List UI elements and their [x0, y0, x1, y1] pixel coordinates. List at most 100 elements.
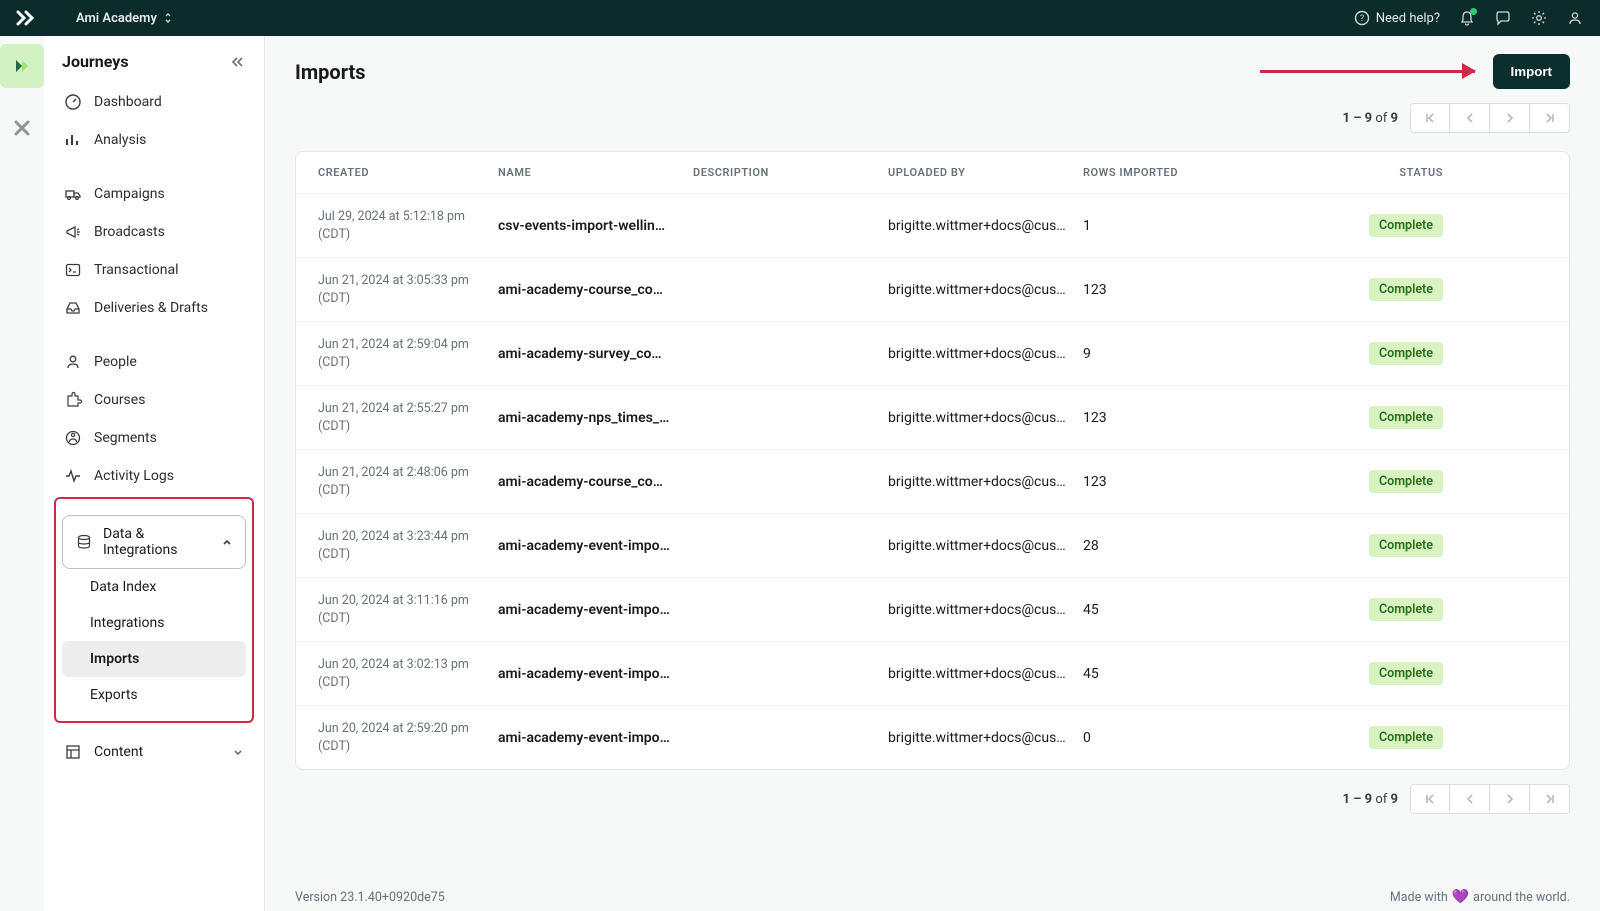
cell-created: Jun 20, 2024 at 2:59:20 pm (CDT) [318, 720, 498, 755]
bars-icon [64, 131, 82, 149]
chevron-down-icon [232, 746, 244, 758]
main: Imports Import 1 – 9 of 9 CREATED NAME D… [265, 36, 1600, 911]
prev-icon [1463, 111, 1477, 125]
imports-table: CREATED NAME DESCRIPTION UPLOADED BY ROW… [295, 151, 1570, 770]
table-row[interactable]: Jun 21, 2024 at 2:55:27 pm (CDT) ami-aca… [296, 385, 1569, 449]
cell-name: ami-academy-event-impo… [498, 730, 678, 746]
cell-status: Complete [1263, 214, 1443, 237]
cell-name: csv-events-import-wellin… [498, 218, 678, 234]
pager-next[interactable] [1490, 103, 1530, 133]
cell-uploadedby: brigitte.wittmer+docs@cus… [888, 282, 1068, 298]
cell-created: Jun 21, 2024 at 2:55:27 pm (CDT) [318, 400, 498, 435]
cell-name: ami-academy-course_co… [498, 474, 678, 490]
pager-top: 1 – 9 of 9 [295, 103, 1570, 133]
sidebar-item-content[interactable]: Content [54, 733, 254, 771]
table-row[interactable]: Jun 20, 2024 at 3:02:13 pm (CDT) ami-aca… [296, 641, 1569, 705]
cell-status: Complete [1263, 470, 1443, 493]
cell-uploadedby: brigitte.wittmer+docs@cus… [888, 474, 1068, 490]
need-help[interactable]: ? Need help? [1354, 10, 1440, 26]
cell-status: Complete [1263, 662, 1443, 685]
updown-icon [163, 12, 173, 24]
help-icon: ? [1354, 10, 1370, 26]
user-icon [1567, 10, 1583, 26]
truck-icon [64, 185, 82, 203]
product-secondary[interactable] [0, 106, 44, 150]
chat-button[interactable] [1494, 9, 1512, 27]
table-row[interactable]: Jun 20, 2024 at 2:59:20 pm (CDT) ami-aca… [296, 705, 1569, 769]
cell-name: ami-academy-nps_times_… [498, 410, 678, 426]
sidebar-item-deliveries[interactable]: Deliveries & Drafts [54, 289, 254, 327]
col-rowsimported: ROWS IMPORTED [1083, 166, 1263, 179]
sidebar-item-courses[interactable]: Courses [54, 381, 254, 419]
sidebar-sub-imports[interactable]: Imports [62, 641, 246, 677]
pager-first[interactable] [1410, 103, 1450, 133]
sidebar-item-segments[interactable]: Segments [54, 419, 254, 457]
product-rail [0, 36, 44, 911]
last-icon [1543, 792, 1557, 806]
chevron-up-icon [221, 536, 233, 548]
sidebar-item-transactional[interactable]: Transactional [54, 251, 254, 289]
heart-icon: 💜 [1452, 889, 1469, 905]
first-icon [1423, 792, 1437, 806]
cell-created: Jun 21, 2024 at 2:59:04 pm (CDT) [318, 336, 498, 371]
sidebar-item-campaigns[interactable]: Campaigns [54, 175, 254, 213]
status-badge: Complete [1369, 214, 1443, 237]
sidebar-item-broadcasts[interactable]: Broadcasts [54, 213, 254, 251]
cell-status: Complete [1263, 534, 1443, 557]
cell-uploadedby: brigitte.wittmer+docs@cus… [888, 410, 1068, 426]
col-uploadedby: UPLOADED BY [888, 166, 1083, 179]
table-row[interactable]: Jul 29, 2024 at 5:12:18 pm (CDT) csv-eve… [296, 193, 1569, 257]
status-badge: Complete [1369, 598, 1443, 621]
version-text: Version 23.1.40+0920de75 [295, 890, 445, 905]
cell-name: ami-academy-survey_co… [498, 346, 678, 362]
notifications-button[interactable] [1458, 9, 1476, 27]
layout-icon [64, 743, 82, 761]
footer: Version 23.1.40+0920de75 Made with 💜 aro… [265, 889, 1600, 905]
cell-rowsimported: 45 [1083, 666, 1263, 682]
highlight-annotation: Data & Integrations Data Index Integrati… [54, 497, 254, 723]
cell-rowsimported: 1 [1083, 218, 1263, 234]
sidebar-item-analysis[interactable]: Analysis [54, 121, 254, 159]
sidebar-item-activity-logs[interactable]: Activity Logs [54, 457, 254, 495]
cell-created: Jun 20, 2024 at 3:23:44 pm (CDT) [318, 528, 498, 563]
pager-last-bottom[interactable] [1530, 784, 1570, 814]
brand-logo[interactable] [16, 10, 36, 26]
sidebar-item-data-integrations[interactable]: Data & Integrations [63, 516, 245, 568]
sidebar-item-dashboard[interactable]: Dashboard [54, 83, 254, 121]
table-row[interactable]: Jun 21, 2024 at 2:59:04 pm (CDT) ami-aca… [296, 321, 1569, 385]
import-button[interactable]: Import [1493, 54, 1570, 89]
sidebar-sub-integrations[interactable]: Integrations [62, 605, 246, 641]
pager-prev-bottom[interactable] [1450, 784, 1490, 814]
sidebar: Journeys Dashboard Analysis Campaigns Br… [44, 36, 265, 911]
workspace-switcher[interactable]: Ami Academy [76, 11, 173, 26]
cell-rowsimported: 45 [1083, 602, 1263, 618]
table-row[interactable]: Jun 20, 2024 at 3:11:16 pm (CDT) ami-aca… [296, 577, 1569, 641]
first-icon [1423, 111, 1437, 125]
pager-last[interactable] [1530, 103, 1570, 133]
col-name: NAME [498, 166, 693, 179]
workspace-name: Ami Academy [76, 11, 157, 26]
product-journeys[interactable] [0, 44, 44, 88]
cell-name: ami-academy-event-impo… [498, 602, 678, 618]
person-icon [64, 353, 82, 371]
pager-bottom: 1 – 9 of 9 [295, 784, 1570, 814]
table-row[interactable]: Jun 21, 2024 at 2:48:06 pm (CDT) ami-aca… [296, 449, 1569, 513]
cell-uploadedby: brigitte.wittmer+docs@cus… [888, 666, 1068, 682]
pager-first-bottom[interactable] [1410, 784, 1450, 814]
pager-prev[interactable] [1450, 103, 1490, 133]
database-icon [75, 533, 93, 551]
sidebar-sub-data-index[interactable]: Data Index [62, 569, 246, 605]
table-row[interactable]: Jun 21, 2024 at 3:05:33 pm (CDT) ami-aca… [296, 257, 1569, 321]
sidebar-item-people[interactable]: People [54, 343, 254, 381]
cell-status: Complete [1263, 598, 1443, 621]
collapse-icon[interactable] [230, 55, 246, 69]
logo-icon [16, 10, 36, 26]
next-icon [1503, 111, 1517, 125]
profile-button[interactable] [1566, 9, 1584, 27]
sidebar-sub-exports[interactable]: Exports [62, 677, 246, 713]
settings-button[interactable] [1530, 9, 1548, 27]
pager-next-bottom[interactable] [1490, 784, 1530, 814]
cell-created: Jun 20, 2024 at 3:11:16 pm (CDT) [318, 592, 498, 627]
table-row[interactable]: Jun 20, 2024 at 3:23:44 pm (CDT) ami-aca… [296, 513, 1569, 577]
cell-status: Complete [1263, 406, 1443, 429]
